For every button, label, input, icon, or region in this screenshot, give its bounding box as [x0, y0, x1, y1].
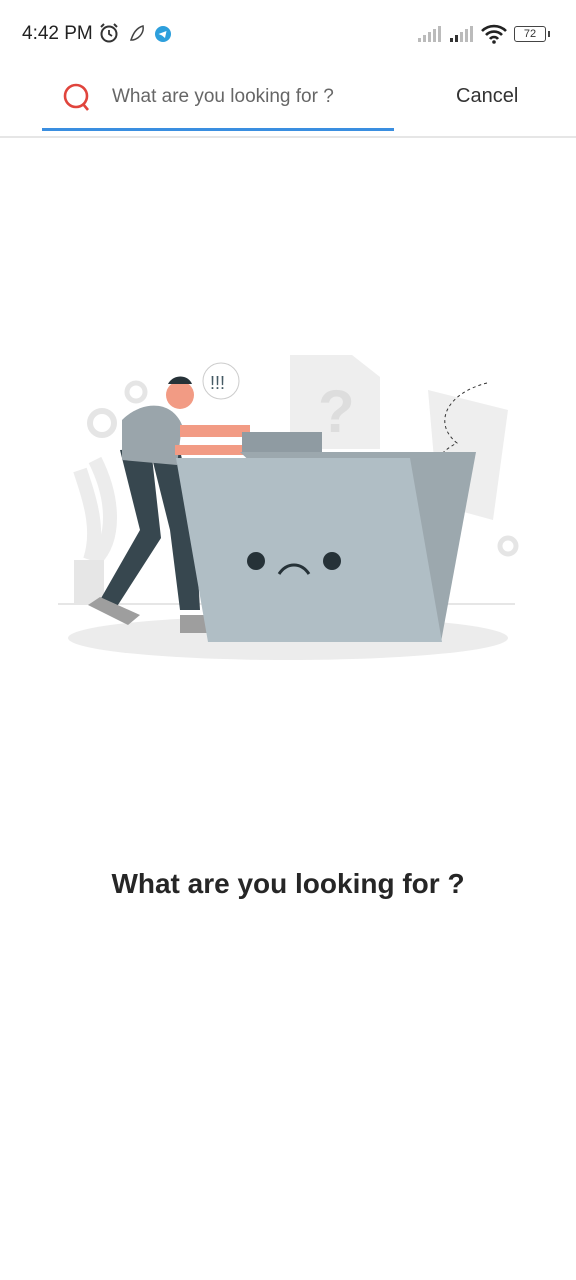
empty-state-title: What are you looking for ? [111, 868, 465, 899]
alarm-icon [100, 23, 118, 43]
search-field[interactable] [42, 68, 394, 131]
battery-icon: 72 [514, 26, 550, 42]
svg-text:?: ? [318, 378, 355, 445]
search-input[interactable] [112, 82, 382, 112]
app-notification-icon [129, 25, 144, 41]
status-time: 4:42 PM [22, 23, 93, 44]
signal-icon [450, 26, 473, 42]
empty-state-illustration: ? !!! [58, 355, 519, 660]
status-bar: 4:42 PM 72 [0, 0, 576, 68]
cancel-button[interactable]: Cancel [456, 85, 518, 108]
search-icon [63, 83, 89, 111]
signal-icon [418, 26, 441, 42]
wifi-icon [481, 24, 507, 44]
telegram-icon [155, 26, 171, 42]
search-header: Cancel [0, 68, 576, 138]
exclamation-bubble-text: !!! [210, 373, 225, 393]
